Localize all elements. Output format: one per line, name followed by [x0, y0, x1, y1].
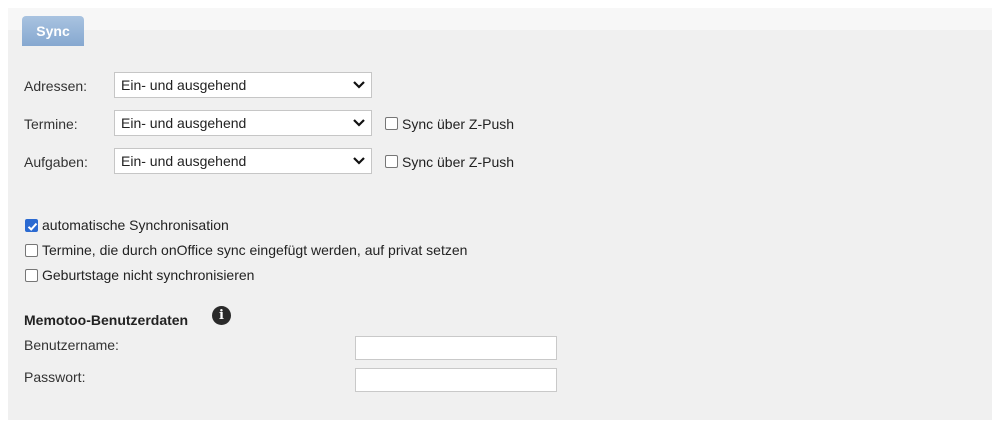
password-field[interactable] [355, 368, 557, 392]
chevron-down-icon [353, 157, 365, 165]
info-icon[interactable]: i [212, 306, 231, 325]
auto-sync-checkbox[interactable] [25, 219, 38, 232]
birthdays-label: Geburtstage nicht synchronisieren [42, 267, 255, 283]
aufgaben-select[interactable]: Ein- und ausgehend [114, 148, 372, 174]
aufgaben-label: Aufgaben: [24, 154, 88, 170]
adressen-select-value: Ein- und ausgehend [121, 77, 247, 93]
aufgaben-zpush-checkbox[interactable] [385, 155, 398, 168]
termine-zpush-checkbox[interactable] [385, 117, 398, 130]
termine-zpush-label: Sync über Z-Push [402, 116, 515, 132]
memotoo-section-title: Memotoo-Benutzerdaten [24, 312, 189, 328]
aufgaben-zpush-label: Sync über Z-Push [402, 154, 515, 170]
aufgaben-select-value: Ein- und ausgehend [121, 153, 247, 169]
private-termine-label: Termine, die durch onOffice sync eingefü… [42, 242, 468, 258]
chevron-down-icon [353, 81, 365, 89]
sync-settings-page: Sync Adressen: Ein- und ausgehend Termin… [0, 0, 992, 429]
termine-label: Termine: [24, 116, 78, 132]
top-strip [8, 8, 992, 30]
adressen-select[interactable]: Ein- und ausgehend [114, 72, 372, 98]
password-label: Passwort: [24, 369, 86, 385]
auto-sync-label: automatische Synchronisation [42, 217, 229, 233]
username-field[interactable] [355, 336, 557, 360]
birthdays-checkbox[interactable] [25, 269, 38, 282]
adressen-label: Adressen: [24, 78, 88, 94]
private-termine-checkbox[interactable] [25, 244, 38, 257]
termine-select[interactable]: Ein- und ausgehend [114, 110, 372, 136]
checkmark-icon [27, 222, 38, 231]
username-label: Benutzername: [24, 337, 119, 353]
chevron-down-icon [353, 119, 365, 127]
termine-select-value: Ein- und ausgehend [121, 115, 247, 131]
tab-sync[interactable]: Sync [22, 16, 84, 46]
